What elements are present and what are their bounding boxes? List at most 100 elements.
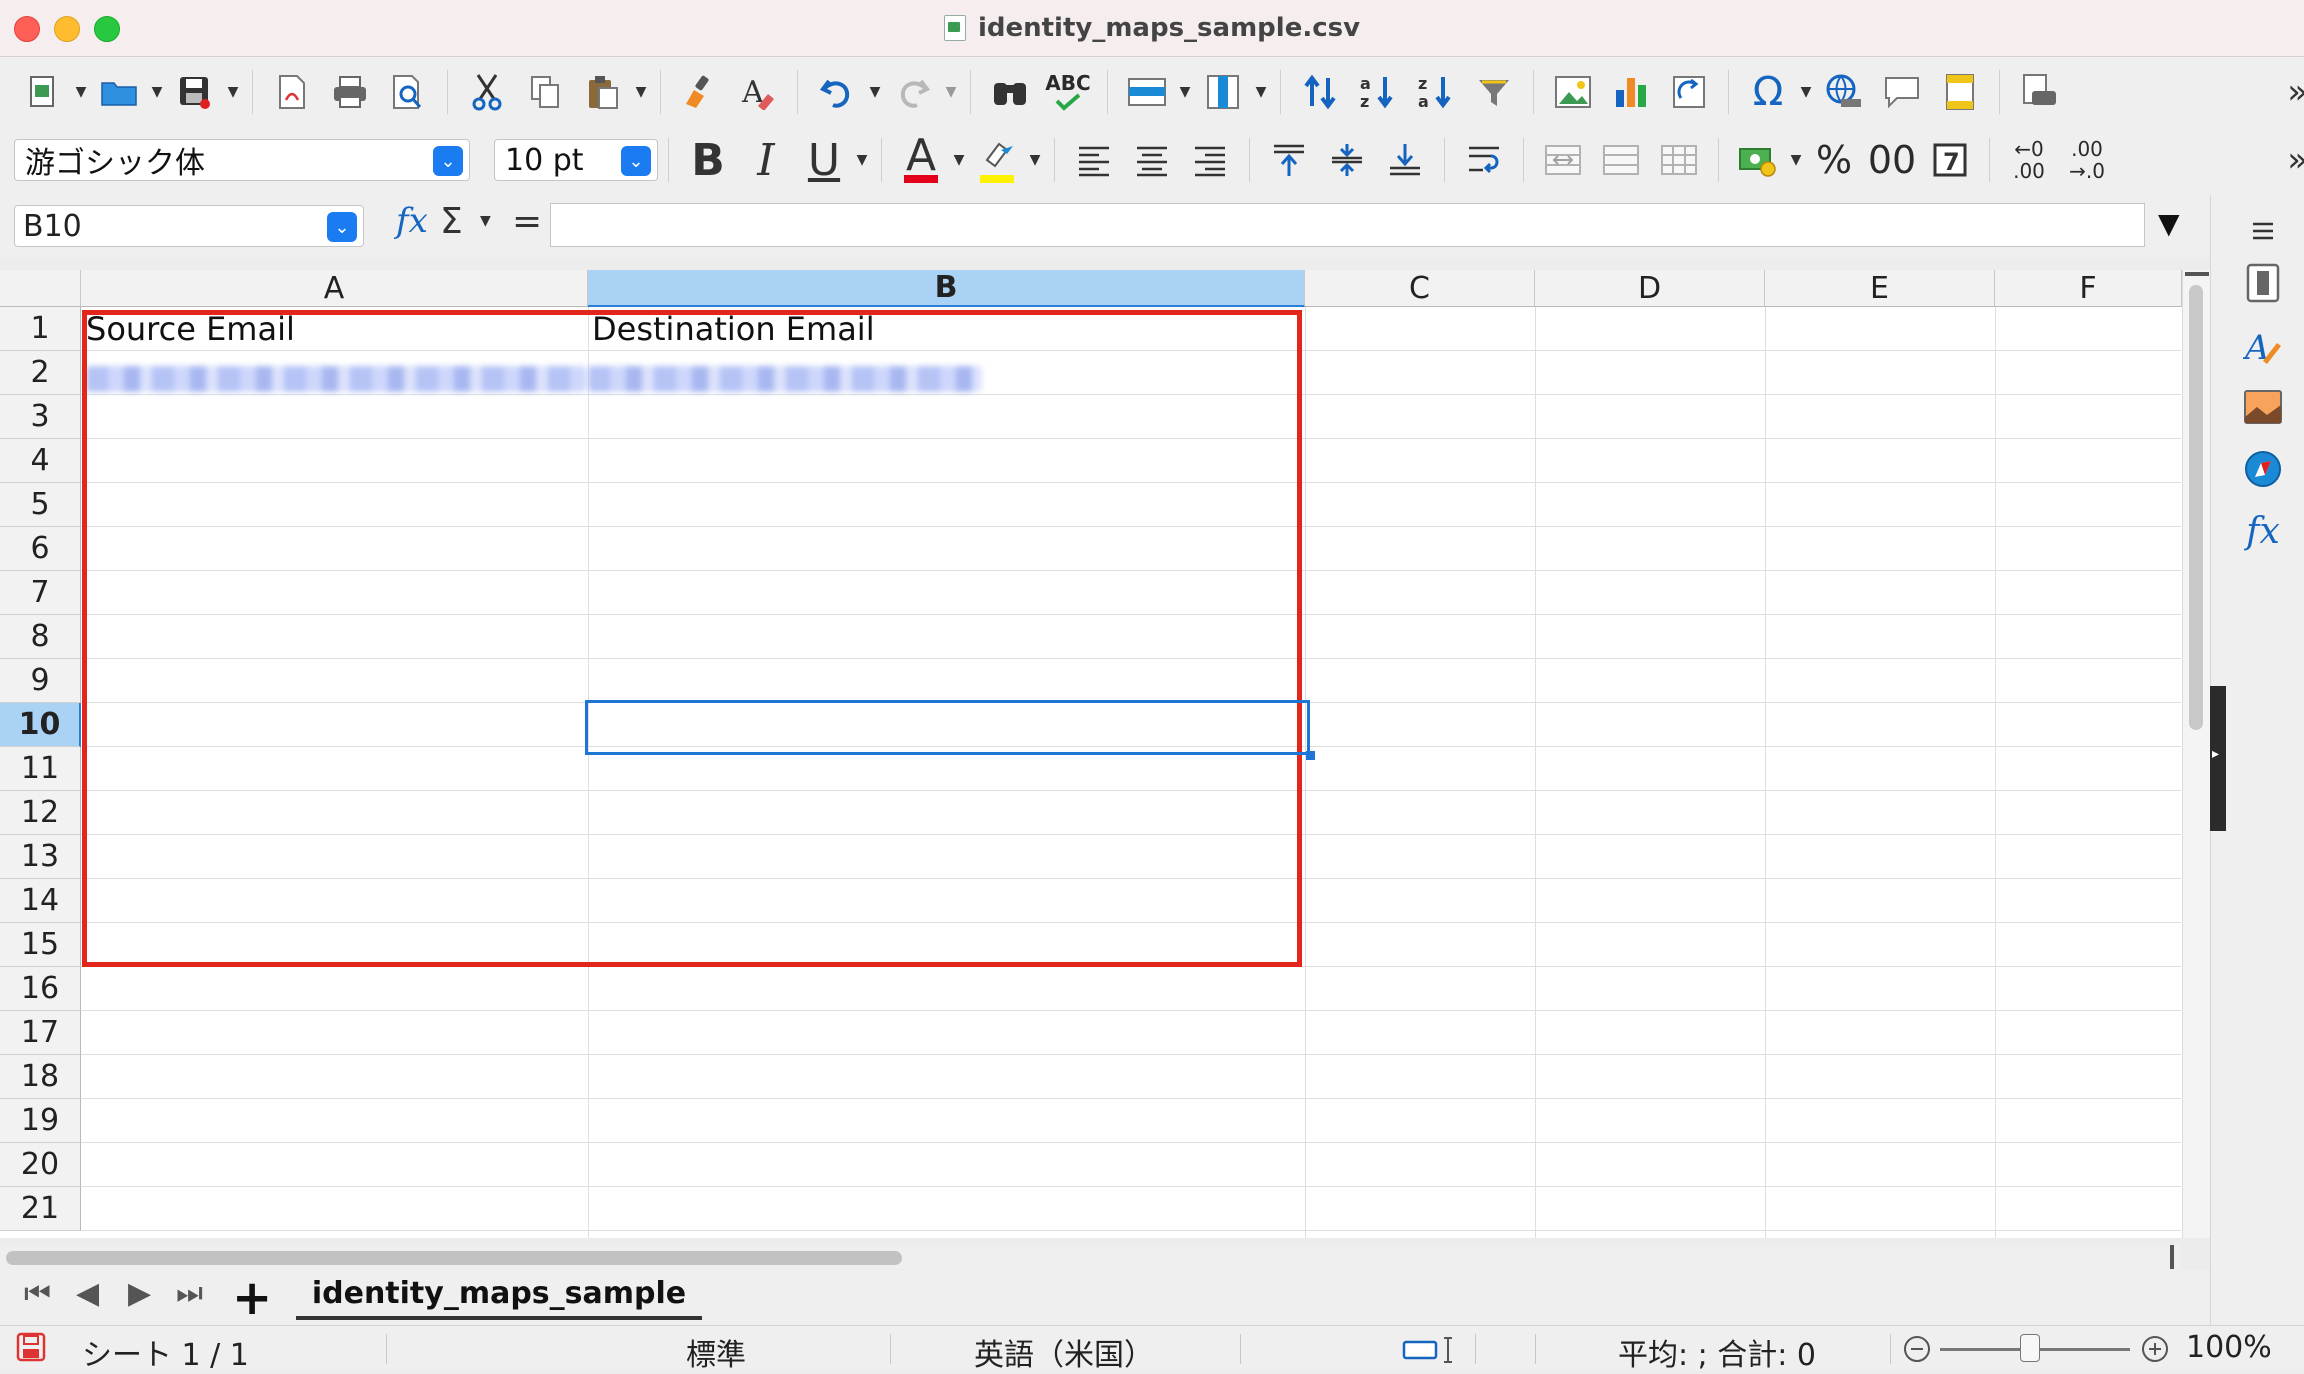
sum-dropdown-arrow[interactable]: ▼	[480, 213, 491, 229]
row-header-14[interactable]: 14	[0, 879, 81, 923]
next-sheet-icon[interactable]: ▶	[128, 1276, 151, 1311]
gallery-icon[interactable]	[2241, 385, 2285, 429]
currency-format-icon[interactable]	[1733, 135, 1783, 185]
column-header-b[interactable]: B	[588, 270, 1305, 307]
special-character-icon[interactable]: Ω	[1743, 67, 1793, 117]
sheet-tab-active[interactable]: identity_maps_sample	[296, 1270, 702, 1320]
font-color-button[interactable]: A	[896, 130, 946, 185]
insert-image-icon[interactable]	[1548, 67, 1598, 117]
sheet-position-label[interactable]: シート 1 / 1	[82, 1330, 249, 1374]
zoom-in-icon[interactable]	[2140, 1334, 2170, 1372]
previous-sheet-icon[interactable]: ◀	[76, 1276, 99, 1311]
font-color-dropdown-arrow[interactable]: ▼	[950, 135, 968, 185]
row-header-8[interactable]: 8	[0, 615, 81, 659]
standard-toolbar-overflow-button[interactable]: »	[2287, 72, 2304, 112]
highlighting-dropdown-arrow[interactable]: ▼	[1026, 135, 1044, 185]
horizontal-scroll-thumb[interactable]	[6, 1251, 902, 1265]
clone-formatting-icon[interactable]	[675, 67, 725, 117]
save-dropdown-arrow[interactable]: ▼	[224, 67, 242, 117]
scrollbar-split-marker[interactable]	[2185, 272, 2209, 276]
print-preview-icon[interactable]	[383, 67, 433, 117]
column-header-a[interactable]: A	[81, 270, 588, 307]
chevron-down-icon[interactable]: ⌄	[327, 212, 357, 242]
font-name-combobox[interactable]: 游ゴシック体 ⌄	[14, 139, 470, 181]
column-dropdown-arrow[interactable]: ▼	[1252, 67, 1270, 117]
pivot-table-icon[interactable]	[1664, 67, 1714, 117]
sort-ascending-icon[interactable]: az	[1353, 67, 1403, 117]
redo-dropdown-arrow[interactable]: ▼	[942, 67, 960, 117]
align-left-icon[interactable]	[1069, 135, 1119, 185]
properties-icon[interactable]	[2241, 261, 2285, 305]
clear-formatting-icon[interactable]: A	[733, 67, 783, 117]
redo-icon[interactable]	[888, 67, 938, 117]
underline-dropdown-arrow[interactable]: ▼	[853, 135, 871, 185]
undo-icon[interactable]	[812, 67, 862, 117]
merge-center-icon[interactable]	[1538, 135, 1588, 185]
row-header-19[interactable]: 19	[0, 1099, 81, 1143]
fill-handle[interactable]	[1306, 751, 1315, 760]
export-pdf-icon[interactable]	[267, 67, 317, 117]
formula-input[interactable]	[550, 203, 2145, 247]
scrollbar-split-marker[interactable]	[2170, 1245, 2174, 1269]
column-icon[interactable]	[1198, 67, 1248, 117]
styles-icon[interactable]: A	[2241, 323, 2285, 367]
vertical-scroll-thumb[interactable]	[2189, 285, 2203, 730]
font-size-combobox[interactable]: 10 pt ⌄	[494, 139, 658, 181]
bold-button[interactable]: B	[683, 135, 733, 186]
underline-button[interactable]: U	[799, 135, 849, 186]
document-modified-icon[interactable]	[16, 1332, 46, 1370]
new-document-icon[interactable]	[18, 67, 68, 117]
date-format-icon[interactable]: 7	[1925, 135, 1975, 185]
row-header-5[interactable]: 5	[0, 483, 81, 527]
merge-cells-icon[interactable]	[1596, 135, 1646, 185]
comment-icon[interactable]	[1877, 67, 1927, 117]
active-cell-cursor[interactable]	[585, 700, 1310, 755]
add-sheet-button[interactable]: +	[232, 1270, 272, 1326]
select-all-corner[interactable]	[0, 270, 81, 307]
unmerge-cells-icon[interactable]	[1654, 135, 1704, 185]
column-header-d[interactable]: D	[1535, 270, 1765, 307]
formula-button[interactable]: =	[512, 201, 542, 242]
row-header-16[interactable]: 16	[0, 967, 81, 1011]
row-header-18[interactable]: 18	[0, 1055, 81, 1099]
new-dropdown-arrow[interactable]: ▼	[72, 67, 90, 117]
open-dropdown-arrow[interactable]: ▼	[148, 67, 166, 117]
column-header-c[interactable]: C	[1305, 270, 1535, 307]
percent-format-button[interactable]: %	[1809, 135, 1859, 185]
highlighting-color-button[interactable]	[972, 135, 1022, 185]
copy-icon[interactable]	[520, 67, 570, 117]
special-character-dropdown-arrow[interactable]: ▼	[1797, 67, 1815, 117]
sort-icon[interactable]	[1295, 67, 1345, 117]
zoom-level-label[interactable]: 100%	[2186, 1330, 2272, 1365]
row-header-21[interactable]: 21	[0, 1187, 81, 1231]
chevron-down-icon[interactable]: ⌄	[433, 146, 463, 176]
align-center-icon[interactable]	[1127, 135, 1177, 185]
sidebar-menu-icon[interactable]	[2241, 209, 2285, 253]
currency-dropdown-arrow[interactable]: ▼	[1787, 135, 1805, 185]
row-header-13[interactable]: 13	[0, 835, 81, 879]
row-header-9[interactable]: 9	[0, 659, 81, 703]
function-wizard-button[interactable]: fx	[396, 201, 428, 241]
align-bottom-icon[interactable]	[1380, 135, 1430, 185]
paste-dropdown-arrow[interactable]: ▼	[632, 67, 650, 117]
hyperlink-icon[interactable]	[1819, 67, 1869, 117]
selection-mode-icon[interactable]	[1402, 1336, 1456, 1372]
formatting-toolbar-overflow-button[interactable]: »	[2287, 140, 2304, 180]
paste-icon[interactable]	[578, 67, 628, 117]
language-label[interactable]: 英語（米国）	[974, 1330, 1154, 1374]
number-format-button[interactable]: 00	[1867, 135, 1917, 185]
save-icon[interactable]	[170, 67, 220, 117]
cut-icon[interactable]	[462, 67, 512, 117]
align-top-icon[interactable]	[1264, 135, 1314, 185]
delete-decimal-place-button[interactable]: .00 →.0	[2062, 135, 2112, 185]
autofilter-icon[interactable]	[1469, 67, 1519, 117]
functions-icon[interactable]: fx	[2241, 509, 2285, 553]
insert-chart-icon[interactable]	[1606, 67, 1656, 117]
row-header-10[interactable]: 10	[0, 703, 81, 747]
sum-button[interactable]: Σ	[440, 201, 463, 242]
find-replace-icon[interactable]	[985, 67, 1035, 117]
horizontal-scrollbar[interactable]	[0, 1245, 2180, 1269]
row-header-3[interactable]: 3	[0, 395, 81, 439]
navigator-icon[interactable]	[2241, 447, 2285, 491]
row-header-11[interactable]: 11	[0, 747, 81, 791]
